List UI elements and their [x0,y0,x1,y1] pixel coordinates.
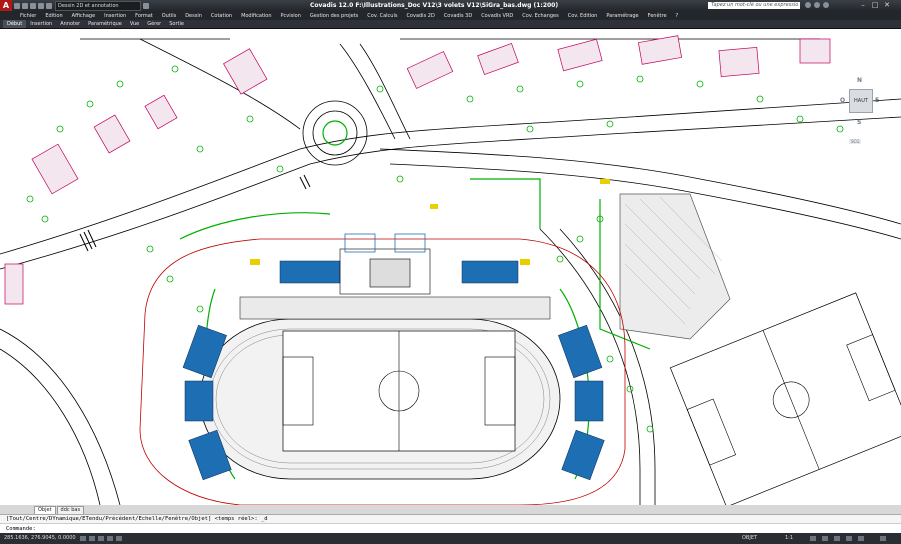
snap-toggle-icon[interactable] [89,536,95,541]
menu-item-0[interactable]: Fichier [20,13,36,19]
menu-bar: Fichier Edition Affichage Insertion Format Ou… [0,11,901,20]
annotation-scale[interactable]: 1:1 [785,533,793,544]
search-icon[interactable] [805,2,811,8]
open-file-icon[interactable] [22,2,28,9]
ribbon-tab-5[interactable]: Gérer [143,20,165,28]
cursor-coordinates: 285.1636, 276.9045, 0.0000 [4,535,76,541]
menu-item-1[interactable]: Edition [45,13,62,19]
window-title: Covadis 12.0 F:\Illustrations_Doc V12\3 … [310,2,559,9]
menu-item-11[interactable]: Cov. Calculs [367,13,397,19]
grid-toggle-icon[interactable] [80,536,86,541]
customize-icon[interactable] [880,536,886,541]
ribbon-tab-3[interactable]: Paramétrique [84,20,126,28]
menu-item-13[interactable]: Covadis 3D [444,13,472,19]
ribbon-tab-4[interactable]: Vue [126,20,143,28]
ribbon-tab-0[interactable]: Début [3,20,27,28]
compass-south: S [857,119,862,126]
ribbon-tabs: Début Insertion Annoter Paramétrique Vue Gére… [0,20,901,29]
close-icon[interactable]: ✕ [882,1,892,10]
ribbon-tab-1[interactable]: Insertion [26,20,56,28]
compass-north: N [857,77,863,84]
help-icon[interactable] [823,2,829,8]
compass-east: E [875,97,880,104]
menu-item-17[interactable]: Paramétrage [606,13,638,19]
menu-item-5[interactable]: Outils [162,13,176,19]
ortho-toggle-icon[interactable] [98,536,104,541]
menu-item-7[interactable]: Cotation [211,13,232,19]
drawing-canvas[interactable]: N O E HAUT S SCG [0,29,901,505]
menu-item-4[interactable]: Format [135,13,153,19]
hardware-accel-icon[interactable] [846,536,852,541]
command-input[interactable]: Commande: [0,523,901,533]
app-logo-icon[interactable]: A [0,0,12,11]
menu-item-12[interactable]: Covadis 2D [406,13,434,19]
ribbon-tab-2[interactable]: Annoter [56,20,84,28]
search-input[interactable]: Tapez un mot-clé ou une expressio [708,2,800,9]
menu-item-2[interactable]: Affichage [72,13,96,19]
osnap-toggle-icon[interactable] [116,536,122,541]
compass-west: O [840,97,846,104]
title-bar: A Dessin 2D et annotation Covadis 12.0 F… [0,0,901,11]
polar-toggle-icon[interactable] [107,536,113,541]
user-icon[interactable] [814,2,820,8]
menu-item-16[interactable]: Cov. Edition [568,13,598,19]
clean-screen-icon[interactable] [858,536,864,541]
isolate-icon[interactable] [834,536,840,541]
menu-item-6[interactable]: Dessin [185,13,202,19]
layout-tab-0[interactable]: Objet [34,506,56,514]
workspace-icon[interactable] [810,536,816,541]
menu-item-14[interactable]: Covadis VRD [481,13,513,19]
viewcube-face[interactable]: HAUT [849,89,873,113]
layout-tabs: Objet ddc bas [0,505,901,514]
command-history: [Tout/Centre/DYnamique/ETendu/Précédent/… [0,514,901,523]
site-plan [0,35,901,505]
menu-item-15[interactable]: Cov. Echanges [522,13,558,19]
menu-item-3[interactable]: Insertion [104,13,126,19]
model-space-toggle[interactable]: OBJET [742,533,757,544]
ucs-menu[interactable]: SCG [849,139,862,144]
workspace-dropdown[interactable]: Dessin 2D et annotation [55,0,141,11]
maximize-icon[interactable]: □ [870,1,880,10]
ribbon-tab-6[interactable]: Sortie [165,20,188,28]
redo-icon[interactable] [46,2,52,9]
menu-item-10[interactable]: Gestion des projets [310,13,358,19]
menu-item-18[interactable]: Fenêtre [648,13,667,19]
layout-tab-1[interactable]: ddc bas [56,506,85,514]
customize-toolbar-icon[interactable] [143,2,149,9]
minimize-icon[interactable]: – [858,1,868,10]
status-bar: 285.1636, 276.9045, 0.0000 OBJET 1:1 [0,533,901,544]
lock-icon[interactable] [822,536,828,541]
menu-item-8[interactable]: Modification [241,13,271,19]
viewcube[interactable]: N O E HAUT S SCG [840,69,880,149]
menu-item-19[interactable]: ? [676,13,679,19]
new-file-icon[interactable] [14,2,20,9]
undo-icon[interactable] [38,2,44,9]
menu-item-9[interactable]: Pcvision [281,13,301,19]
save-icon[interactable] [30,2,36,9]
